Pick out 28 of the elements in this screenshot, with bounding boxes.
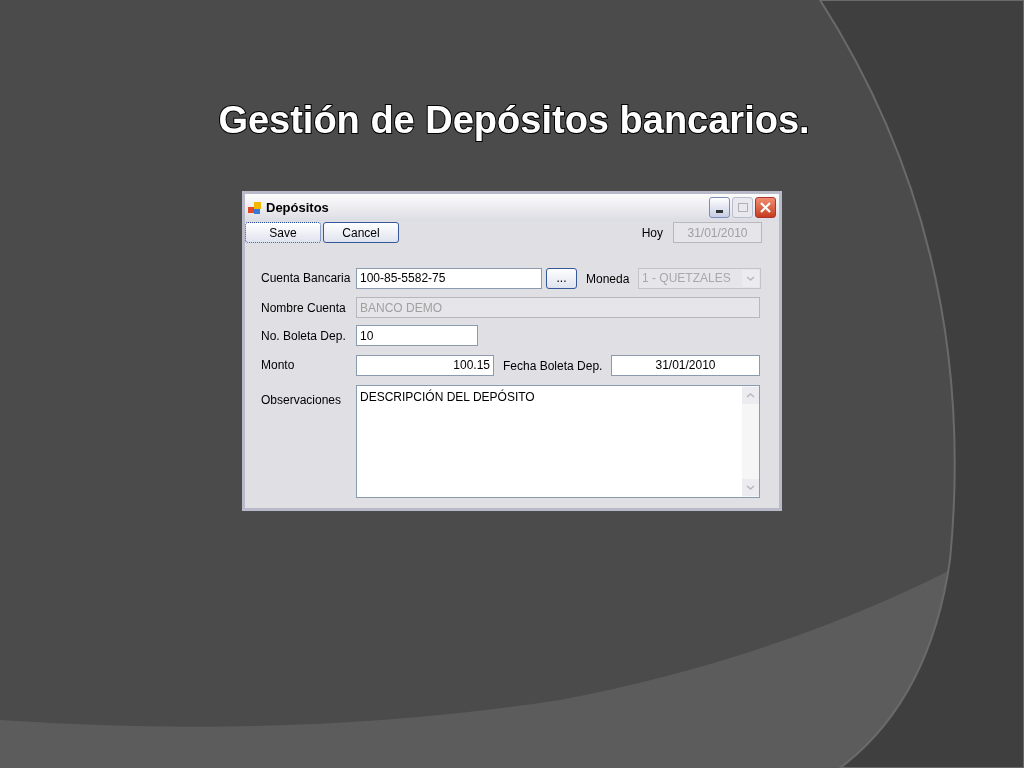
field-label: Nombre Cuenta	[261, 299, 347, 317]
field-label: Observaciones	[261, 392, 343, 409]
scrollbar[interactable]	[742, 386, 759, 497]
window-title: Depósitos	[266, 198, 329, 217]
app-icon	[248, 200, 262, 215]
maximize-icon	[737, 203, 748, 212]
slide-title: Gestión de Depósitos bancarios.	[218, 98, 810, 143]
field-label: Monto	[261, 357, 296, 374]
toolbar-button[interactable]: Save	[245, 222, 321, 243]
input-field[interactable]: 100-85-5582-75	[356, 267, 542, 289]
field-label: No. Boleta Dep.	[261, 327, 347, 345]
chevron-up-icon	[742, 387, 759, 404]
close-icon	[760, 202, 771, 213]
field-label: Fecha Boleta Dep.	[503, 359, 603, 373]
chevron-down-icon	[742, 479, 759, 496]
close-button[interactable]	[755, 197, 776, 218]
date-field[interactable]: 31/01/2010	[611, 354, 760, 376]
input-field[interactable]: 10	[356, 325, 478, 346]
input-field[interactable]: 100.15	[356, 354, 494, 376]
minimize-button[interactable]	[709, 197, 730, 218]
field-label: Cuenta Bancaria	[261, 270, 352, 287]
notes-textarea[interactable]: DESCRIPCIÓN DEL DEPÓSITO	[356, 385, 760, 498]
field-label: Hoy	[641, 224, 663, 242]
field-label: Moneda	[586, 272, 630, 286]
minimize-icon	[716, 210, 723, 213]
chevron-down-icon	[742, 269, 759, 287]
toolbar-button[interactable]: Cancel	[323, 222, 399, 243]
lookup-button[interactable]: ...	[546, 267, 577, 289]
